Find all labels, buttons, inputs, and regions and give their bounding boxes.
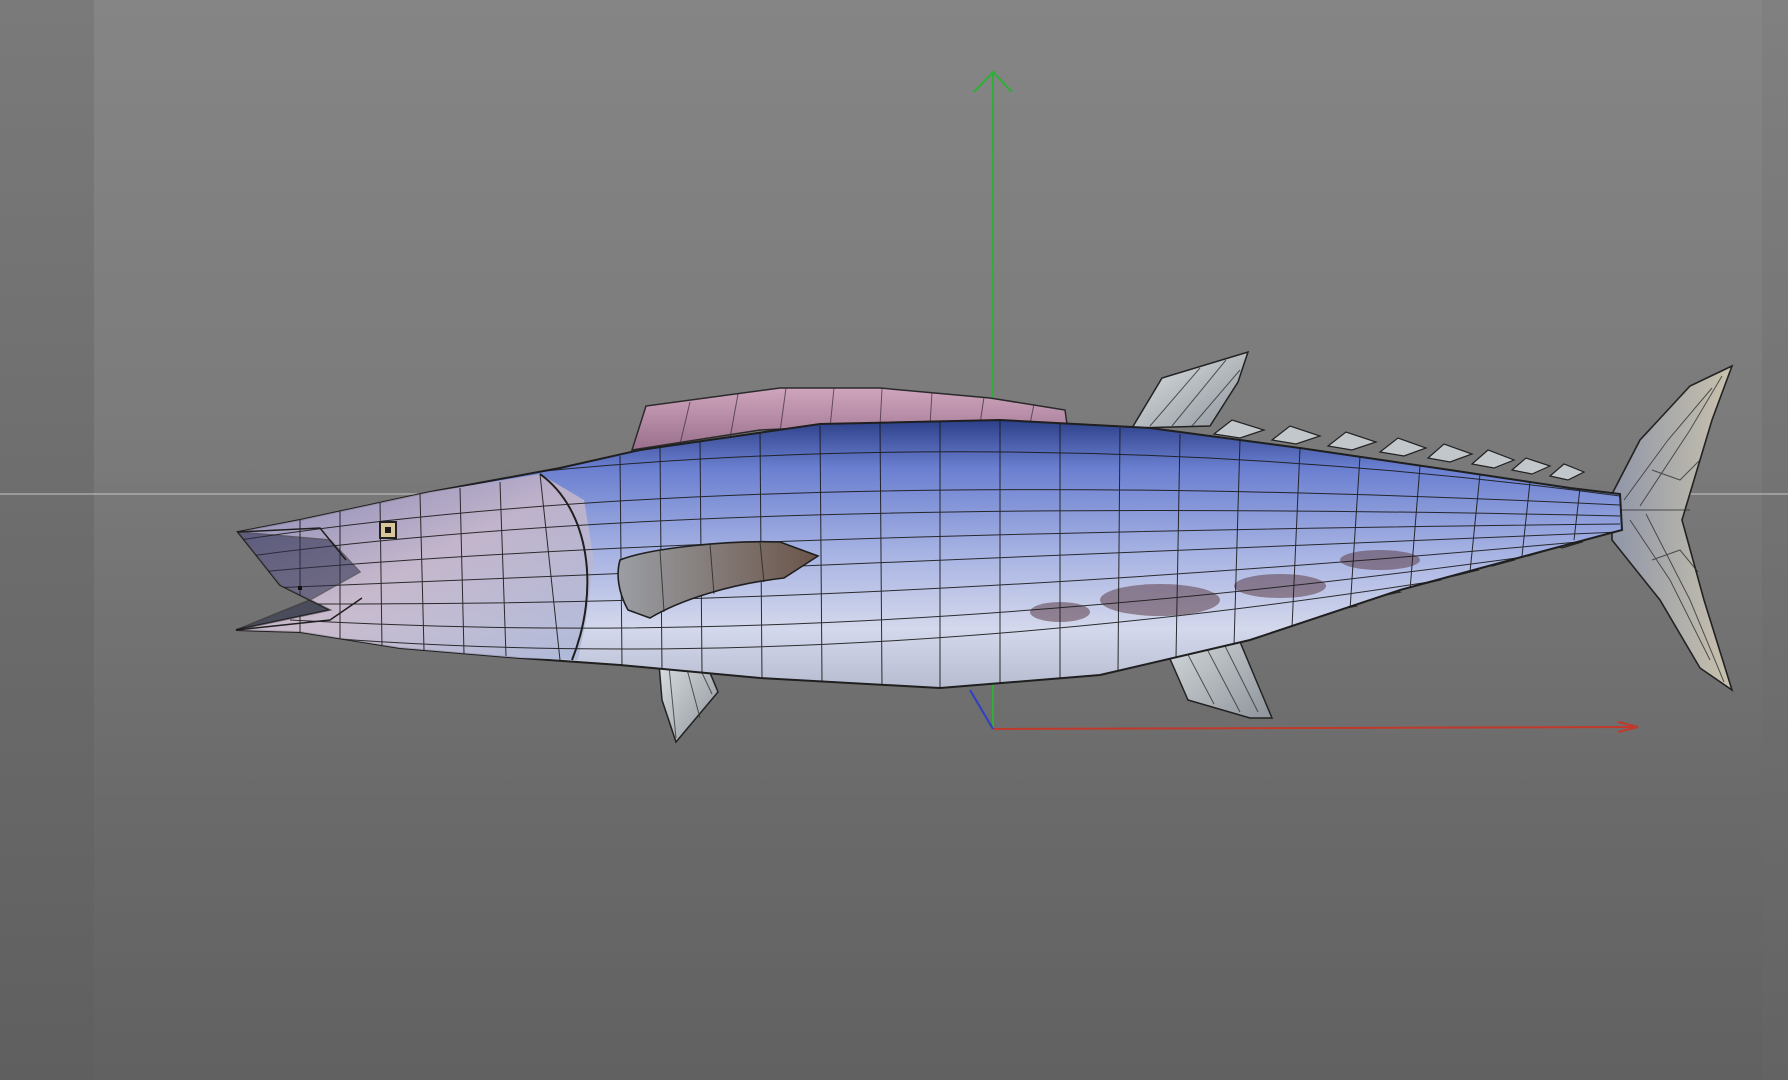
x-axis-gizmo[interactable] [992, 721, 1639, 733]
fish-model[interactable] [235, 350, 1734, 744]
second-dorsal-fin [1130, 350, 1250, 429]
app-window [0, 0, 1788, 1080]
z-axis-gizmo[interactable] [969, 689, 994, 730]
vertex-marker [298, 586, 302, 590]
scene-canvas[interactable] [0, 0, 1788, 1080]
tail-fin [1611, 364, 1734, 692]
